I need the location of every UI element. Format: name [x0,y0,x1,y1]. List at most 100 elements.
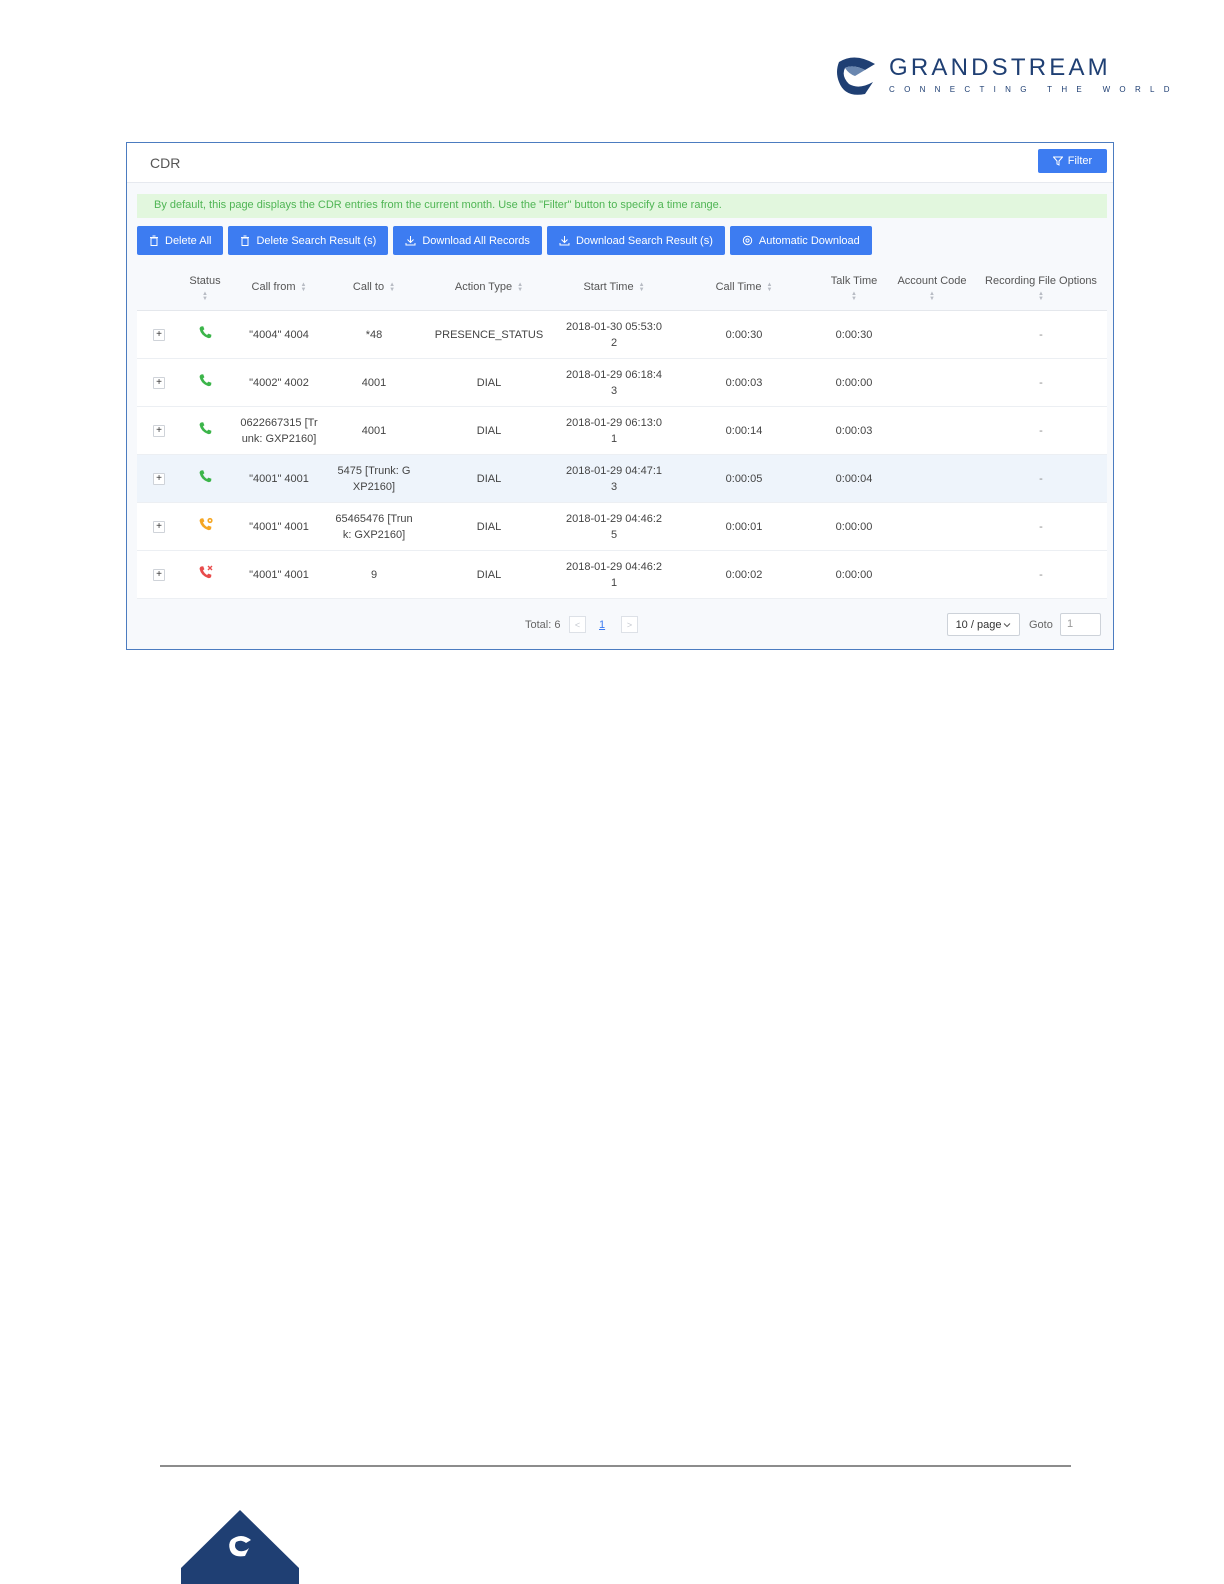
delete-search-result-button[interactable]: Delete Search Result (s) [228,226,389,255]
delete-search-label: Delete Search Result (s) [256,234,377,247]
phone-answered-icon [198,373,213,393]
prev-page-button[interactable]: < [569,616,586,633]
column-start-time-label: Start Time [583,281,634,293]
sort-icon: ▲ ▼ [300,281,307,293]
toolbar: Delete All Delete Search Result (s) Down… [137,226,872,255]
column-talk-time[interactable]: Talk Time ▲ ▼ [819,264,889,311]
column-call-time[interactable]: Call Time ▲ ▼ [689,264,799,311]
page-size-select[interactable]: 10 / page [947,613,1020,636]
brand-tagline: CONNECTING THE WORLD [889,85,1179,94]
column-status-label: Status [189,274,221,287]
expand-row-button[interactable]: + [153,329,165,341]
cell-call-to: 5475 [Trunk: GXP2160] [329,455,419,503]
cell-status [181,503,229,551]
cell-start-time: 2018-01-29 04:46:21 [559,551,669,599]
grandstream-logo: GRANDSTREAM CONNECTING THE WORLD [835,52,1170,102]
goto-input[interactable]: 1 [1060,613,1101,636]
cell-text: - [1039,569,1043,581]
cell-account-code [889,407,975,455]
cell-text: "4001" 4001 [249,473,309,485]
table-row[interactable]: + "4001" 4001 9 DIAL 2018-01-29 04:46:21 0:00… [137,551,1107,599]
table-row[interactable]: + "4004" 4004 *48 PRESENCE_STATUS 2018-01-30… [137,311,1107,359]
cell-call-time: 0:00:05 [689,455,799,503]
cell-text: - [1039,425,1043,437]
cell-call-time: 0:00:30 [689,311,799,359]
delete-all-button[interactable]: Delete All [137,226,224,255]
cell-status [181,407,229,455]
cell-text: DIAL [476,425,502,437]
table-row[interactable]: + "4001" 4001 65465476 [Trunk: GXP2160] DIA… [137,503,1107,551]
column-call-to[interactable]: Call to ▲ ▼ [329,264,419,311]
cell-call-to: 4001 [329,407,419,455]
cell-action-type: DIAL [419,551,559,599]
gear-icon [742,235,753,246]
cell-call-time: 0:00:14 [689,407,799,455]
pagination: Total: 6 < 1 > 10 / page Goto 1 [127,611,1113,641]
cell-text: DIAL [476,473,502,485]
cell-text: 0:00:30 [725,329,763,341]
column-call-from[interactable]: Call from ▲ ▼ [229,264,329,311]
expand-row-button[interactable]: + [153,569,165,581]
page-number-1[interactable]: 1 [599,619,605,631]
cell-text: 2018-01-29 04:46:21 [565,561,663,589]
table-row[interactable]: + "4002" 4002 4001 DIAL 2018-01-29 06:18:43 0… [137,359,1107,407]
cell-start-time: 2018-01-30 05:53:02 [559,311,669,359]
sort-icon: ▲ ▼ [851,290,857,302]
info-notice: By default, this page displays the CDR e… [137,194,1107,218]
filter-button[interactable]: Filter [1038,149,1107,173]
expand-row-button[interactable]: + [153,521,165,533]
column-start-time[interactable]: Start Time ▲ ▼ [559,264,669,311]
column-recording-file-options[interactable]: Recording File Options ▲ ▼ [975,264,1107,311]
cell-expand: + [137,551,181,599]
cell-text: 0:00:05 [725,473,763,485]
table-body: + "4004" 4004 *48 PRESENCE_STATUS 2018-01-30… [137,311,1107,599]
table-row[interactable]: + "4001" 4001 5475 [Trunk: GXP2160] DIAL 201… [137,455,1107,503]
cell-call-from: "4001" 4001 [229,455,329,503]
download-search-result-button[interactable]: Download Search Result (s) [546,226,725,255]
expand-row-button[interactable]: + [153,377,165,389]
cell-text: - [1039,473,1043,485]
sort-icon: ▲ ▼ [1038,290,1044,302]
column-call-to-label: Call to [352,281,385,293]
cell-text: 2018-01-29 04:46:25 [565,513,663,541]
cell-call-from: "4002" 4002 [229,359,329,407]
cell-account-code [889,311,975,359]
cell-text: 2018-01-29 06:13:01 [565,417,663,445]
cell-text: "4001" 4001 [249,521,309,533]
cell-text: DIAL [476,569,502,581]
filter-icon [1052,156,1063,166]
cell-text: - [1039,377,1043,389]
cell-account-code [889,455,975,503]
column-status[interactable]: Status ▲ ▼ [181,264,229,311]
goto-label: Goto [1029,619,1053,631]
cell-expand: + [137,407,181,455]
column-account-code[interactable]: Account Code ▲ ▼ [889,264,975,311]
expand-row-button[interactable]: + [153,425,165,437]
cell-expand: + [137,311,181,359]
cell-text: 5475 [Trunk: GXP2160] [337,465,411,493]
cell-account-code [889,551,975,599]
column-account-code-label: Account Code [897,274,967,287]
cell-text: *48 [365,329,383,341]
cell-talk-time: 0:00:00 [819,503,889,551]
chevron-down-icon [1004,622,1011,627]
column-action-type[interactable]: Action Type ▲ ▼ [419,264,559,311]
download-icon [559,236,570,246]
cell-call-from: "4001" 4001 [229,503,329,551]
table-row[interactable]: +0622667315 [Trunk: GXP2160] 4001 DIAL 2018… [137,407,1107,455]
cell-action-type: DIAL [419,407,559,455]
expand-row-button[interactable]: + [153,473,165,485]
cell-status [181,551,229,599]
automatic-download-button[interactable]: Automatic Download [729,226,872,255]
sort-icon: ▲ ▼ [517,281,524,293]
cell-call-from: 0622667315 [Trunk: GXP2160] [229,407,329,455]
cell-start-time: 2018-01-29 06:18:43 [559,359,669,407]
cell-text: "4001" 4001 [249,569,309,581]
cell-call-to: 65465476 [Trunk: GXP2160] [329,503,419,551]
cell-status [181,455,229,503]
brand-name: GRANDSTREAM [889,54,1111,81]
cell-text: 0:00:00 [835,521,873,533]
grandstream-footer-logo-icon [181,1510,299,1584]
download-all-records-button[interactable]: Download All Records [393,226,542,255]
next-page-button[interactable]: > [621,616,638,633]
